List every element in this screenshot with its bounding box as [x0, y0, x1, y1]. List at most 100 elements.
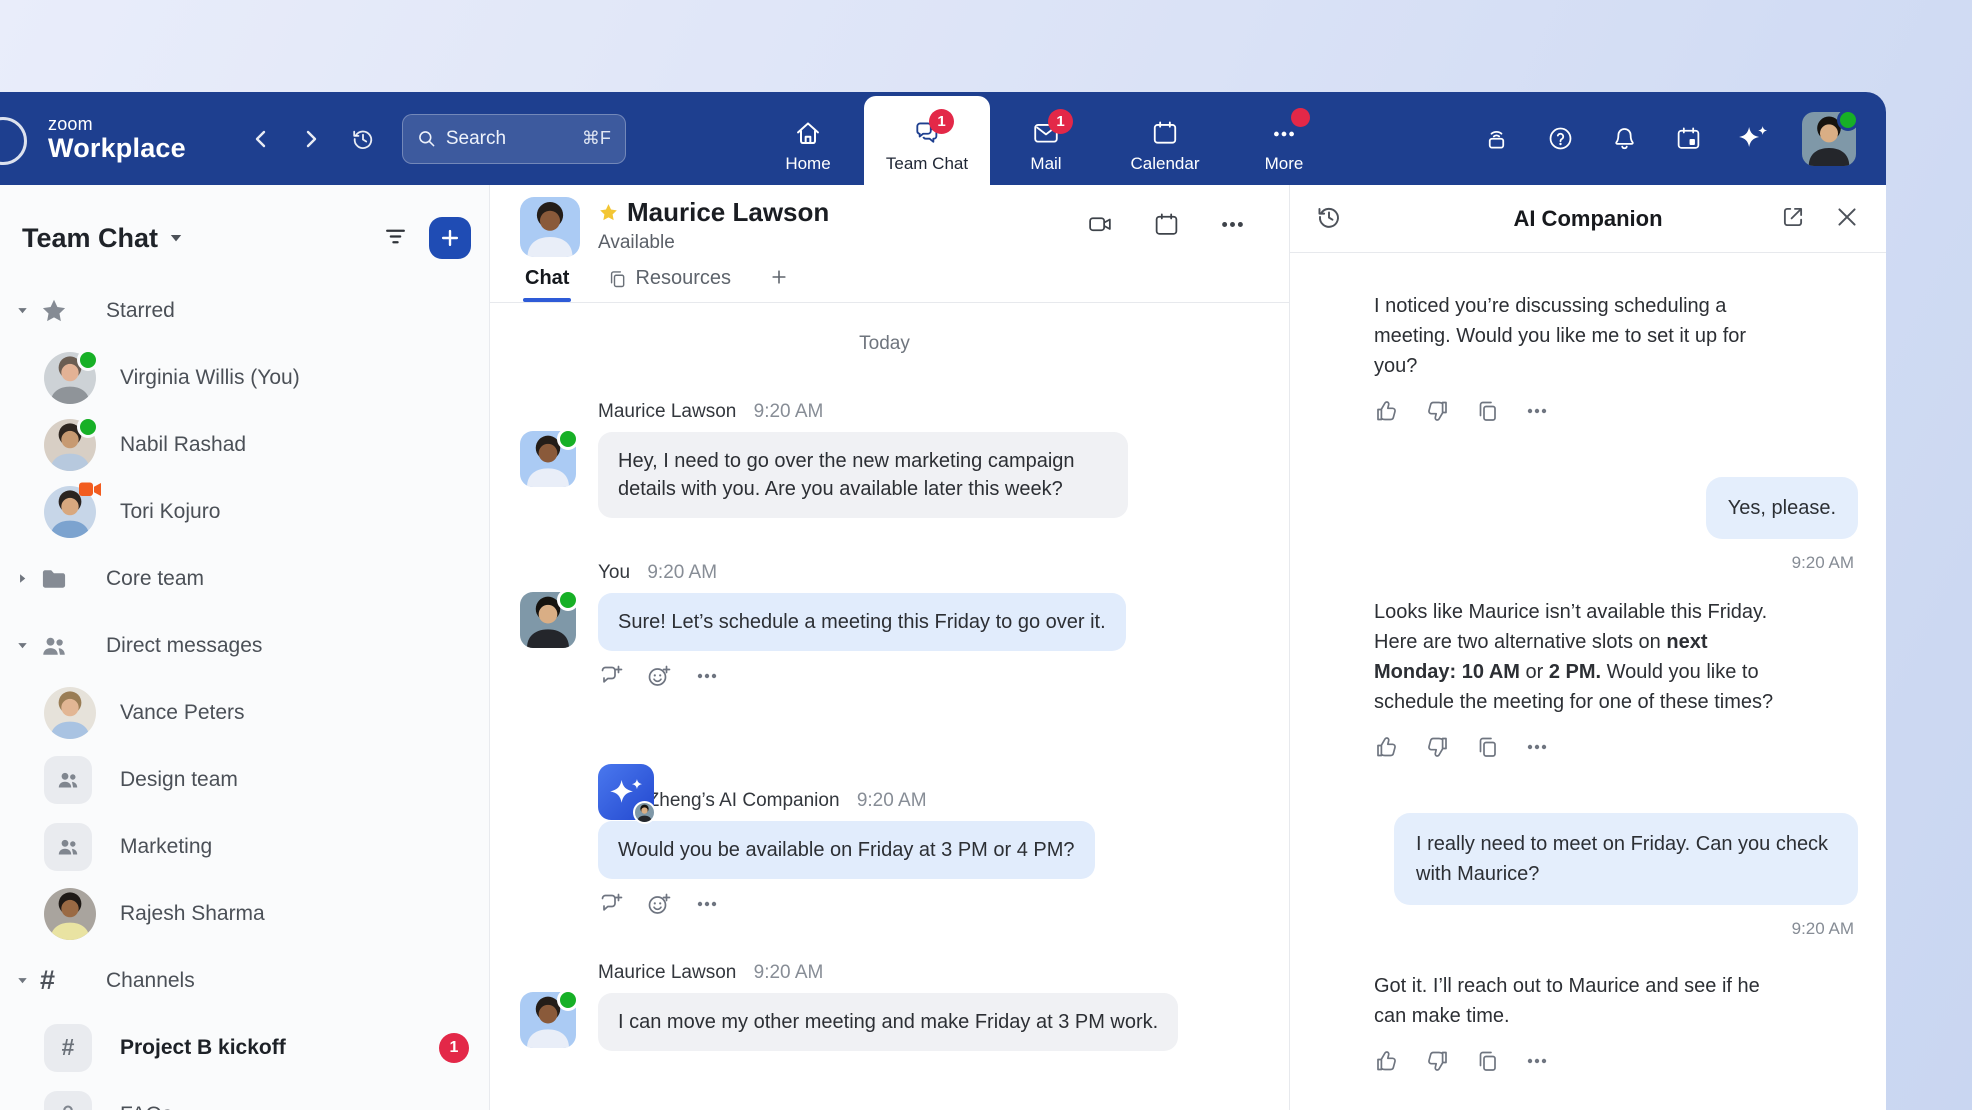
sidebar-header: Team Chat [0, 209, 489, 267]
user-prompt-bubble: Yes, please. [1706, 477, 1858, 539]
avatar [44, 687, 96, 739]
pop-out-button[interactable] [1778, 204, 1808, 234]
caret-down-icon [16, 639, 29, 652]
avatar[interactable] [520, 992, 576, 1048]
team-chat-sidebar: Team Chat [0, 185, 490, 1110]
more-icon[interactable] [1524, 735, 1550, 761]
contact-name: Tori Kojuro [120, 500, 220, 524]
filter-icon [382, 223, 409, 250]
ai-companion-button[interactable] [1738, 125, 1766, 153]
contact-name: Virginia Willis (You) [120, 366, 300, 390]
tab-more[interactable]: More [1228, 92, 1340, 185]
thumbs-down-icon[interactable] [1424, 399, 1450, 425]
user-presence-available [1837, 109, 1859, 131]
schedule-meeting-button[interactable] [1151, 211, 1181, 241]
user-avatar[interactable] [1802, 112, 1856, 166]
more-options-button[interactable] [1217, 211, 1247, 241]
connect-device-icon [1483, 125, 1510, 152]
schedule-button[interactable] [1674, 125, 1702, 153]
sidebar-item-faqs[interactable]: FAQs [0, 1081, 489, 1110]
close-panel-button[interactable] [1832, 204, 1862, 234]
tab-team-chat[interactable]: 1 Team Chat [864, 96, 990, 185]
search-shortcut: ⌘F [582, 128, 611, 149]
sidebar-section-channels[interactable]: # Channels [0, 947, 489, 1014]
presence-available [557, 589, 579, 611]
thumbs-down-icon[interactable] [1424, 735, 1450, 761]
presence-available [557, 428, 579, 450]
new-chat-button[interactable] [429, 217, 471, 259]
more-actions-icon[interactable] [694, 892, 720, 918]
avatar[interactable] [520, 431, 576, 487]
sidebar-item-vance-peters[interactable]: Vance Peters [0, 679, 489, 746]
ai-history-button[interactable] [1314, 204, 1344, 234]
message-time: 9:20 AM [857, 790, 927, 811]
help-button[interactable] [1546, 125, 1574, 153]
add-reaction-icon[interactable] [646, 892, 672, 918]
tab-chat[interactable]: Chat [523, 267, 571, 302]
ai-sparkle-icon [1314, 293, 1356, 329]
ai-panel-body: I noticed you’re discussing scheduling a… [1290, 253, 1886, 1110]
help-icon [1547, 125, 1574, 152]
caret-right-icon [16, 572, 29, 585]
sidebar-item-rajesh-sharma[interactable]: Rajesh Sharma [0, 880, 489, 947]
copy-icon[interactable] [1474, 399, 1500, 425]
peer-avatar[interactable] [520, 197, 580, 257]
filter-button[interactable] [379, 222, 411, 254]
back-button[interactable] [244, 122, 278, 156]
sidebar-section-starred[interactable]: Starred [0, 277, 489, 344]
sidebar-section-core-team[interactable]: Core team [0, 545, 489, 612]
section-label: Direct messages [106, 634, 262, 658]
start-video-meeting-button[interactable] [1085, 211, 1115, 241]
copy-icon[interactable] [1474, 1049, 1500, 1075]
tab-resources[interactable]: Resources [605, 267, 733, 302]
thumbs-up-icon[interactable] [1374, 735, 1400, 761]
tab-calendar[interactable]: Calendar [1102, 92, 1228, 185]
caret-down-icon [16, 974, 29, 987]
chevron-left-icon [249, 127, 273, 151]
sidebar-item-marketing[interactable]: Marketing [0, 813, 489, 880]
copy-icon[interactable] [1474, 735, 1500, 761]
history-button[interactable] [346, 122, 380, 156]
sidebar-item-project-b-kickoff[interactable]: # Project B kickoff 1 [0, 1014, 489, 1081]
reply-in-thread-icon[interactable] [598, 664, 624, 690]
more-icon[interactable] [1524, 1049, 1550, 1075]
thumbs-up-icon[interactable] [1374, 1049, 1400, 1075]
sidebar-item-tori-kojuro[interactable]: Tori Kojuro [0, 478, 489, 545]
thumbs-down-icon[interactable] [1424, 1049, 1450, 1075]
chat-header: Maurice Lawson Available [490, 185, 1289, 257]
presence-available [77, 416, 99, 438]
message-list: Today Maurice Lawson 9:20 AM Hey, I need… [490, 303, 1289, 1110]
sidebar-title-menu[interactable]: Team Chat [22, 223, 184, 254]
forward-button[interactable] [294, 122, 328, 156]
connect-to-device-button[interactable] [1482, 125, 1510, 153]
add-reaction-icon[interactable] [646, 664, 672, 690]
ai-sparkle-icon [1314, 973, 1356, 1009]
message-author: Maurice Lawson [598, 962, 736, 983]
avatar[interactable] [520, 592, 576, 648]
more-icon[interactable] [1524, 399, 1550, 425]
history-icon [351, 127, 375, 151]
tab-mail[interactable]: 1 Mail [990, 92, 1102, 185]
presence-available [77, 349, 99, 371]
ai-companion-avatar[interactable] [598, 764, 654, 820]
tab-home[interactable]: Home [752, 92, 864, 185]
thumbs-up-icon[interactable] [1374, 399, 1400, 425]
channel-name: FAQs [120, 1103, 173, 1110]
starred-icon[interactable] [598, 202, 619, 223]
add-tab-button[interactable] [767, 267, 791, 302]
search-input[interactable]: Search ⌘F [402, 114, 626, 164]
sidebar-item-virginia-willis[interactable]: Virginia Willis (You) [0, 344, 489, 411]
sidebar-item-nabil-rashad[interactable]: Nabil Rashad [0, 411, 489, 478]
contact-name: Nabil Rashad [120, 433, 246, 457]
home-icon [794, 119, 822, 147]
notifications-button[interactable] [1610, 125, 1638, 153]
tab-mail-label: Mail [1030, 154, 1061, 174]
sidebar-section-direct-messages[interactable]: Direct messages [0, 612, 489, 679]
message-author: You [598, 562, 630, 583]
ai-feedback-bar [1374, 399, 1858, 425]
sidebar-item-design-team[interactable]: Design team [0, 746, 489, 813]
reply-in-thread-icon[interactable] [598, 892, 624, 918]
logo-zoom-text: zoom [48, 115, 186, 134]
message-time: 9:20 AM [754, 401, 824, 422]
more-actions-icon[interactable] [694, 664, 720, 690]
